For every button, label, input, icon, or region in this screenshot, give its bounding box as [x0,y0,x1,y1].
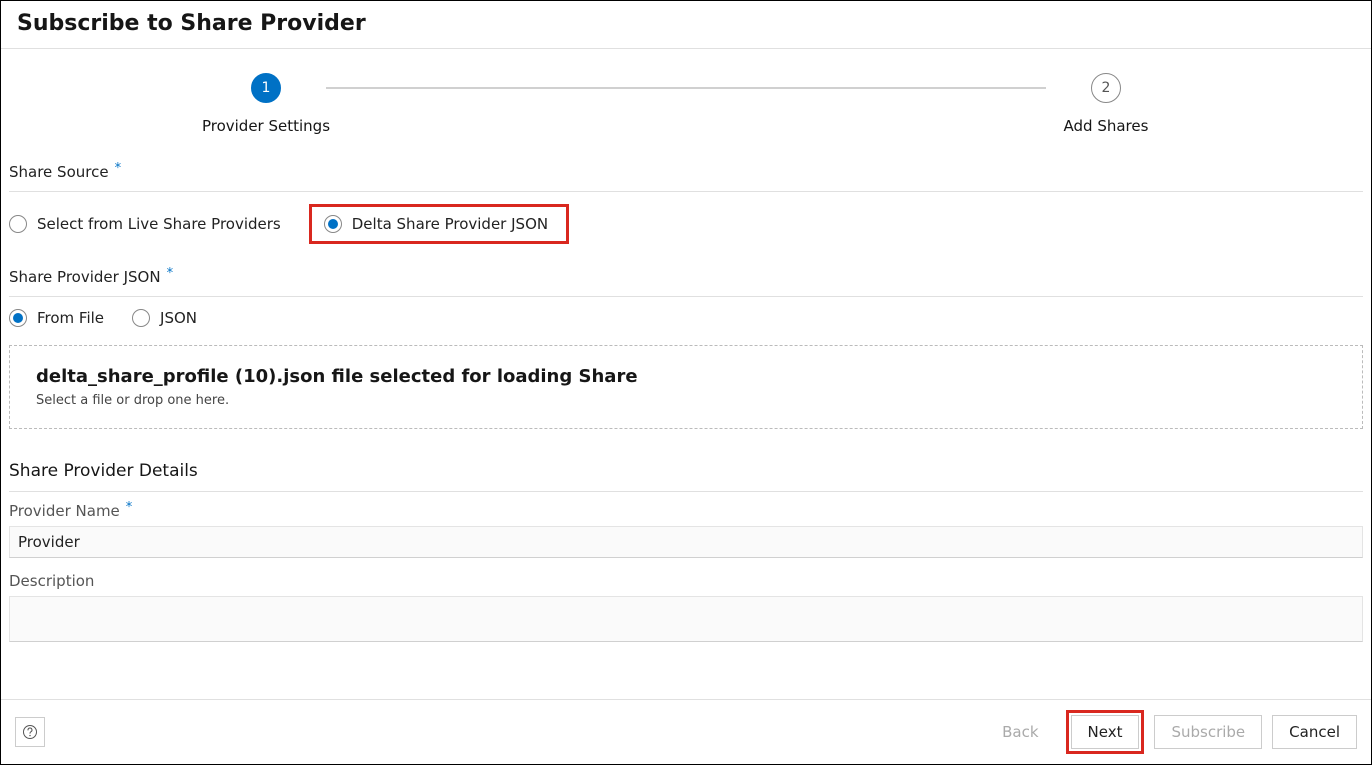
step-provider-settings[interactable]: 1 Provider Settings [206,73,326,135]
share-source-label: Share Source * [9,157,1363,192]
radio-from-file-label: From File [37,309,104,327]
radio-icon [132,309,150,327]
radio-json[interactable]: JSON [132,309,197,327]
share-source-text: Share Source [9,163,109,181]
radio-icon [9,215,27,233]
required-indicator-icon: * [167,266,174,281]
required-indicator-icon: * [115,161,122,176]
share-provider-json-label: Share Provider JSON * [9,262,1363,297]
subscribe-button[interactable]: Subscribe [1154,715,1262,749]
highlight-next-button: Next [1066,710,1145,754]
share-provider-details-title: Share Provider Details [9,453,1363,492]
panel-header: Subscribe to Share Provider [1,1,1371,49]
cancel-button[interactable]: Cancel [1272,715,1357,749]
highlight-delta-option: Delta Share Provider JSON [309,204,569,244]
dropzone-file-selected: delta_share_profile (10).json file selec… [36,366,1336,387]
radio-live-label: Select from Live Share Providers [37,215,281,233]
wizard-stepper: 1 Provider Settings 2 Add Shares [1,49,1371,151]
provider-name-input[interactable] [9,526,1363,558]
panel-footer: Back Next Subscribe Cancel [1,699,1371,764]
description-input[interactable] [9,596,1363,642]
radio-icon [9,309,27,327]
radio-delta-share-json[interactable]: Delta Share Provider JSON [324,215,548,233]
radio-json-label: JSON [160,309,197,327]
step-2-indicator: 2 [1091,73,1121,103]
radio-delta-label: Delta Share Provider JSON [352,215,548,233]
help-icon [22,724,38,740]
radio-from-file[interactable]: From File [9,309,104,327]
next-button[interactable]: Next [1071,715,1140,749]
required-indicator-icon: * [126,500,133,515]
panel-title: Subscribe to Share Provider [17,11,1355,36]
description-text: Description [9,572,94,590]
step-connector [326,87,1046,89]
step-1-label: Provider Settings [202,117,330,135]
help-button[interactable] [15,717,45,747]
provider-json-radiogroup: From File JSON [9,309,1363,327]
description-label: Description [9,572,1363,590]
provider-name-label: Provider Name * [9,502,1363,520]
back-button[interactable]: Back [985,715,1055,749]
step-2-label: Add Shares [1064,117,1149,135]
share-source-radiogroup: Select from Live Share Providers Delta S… [9,204,1363,244]
radio-live-share-providers[interactable]: Select from Live Share Providers [9,215,281,233]
dropzone-hint: Select a file or drop one here. [36,393,1336,408]
step-1-indicator: 1 [251,73,281,103]
step-add-shares[interactable]: 2 Add Shares [1046,73,1166,135]
radio-icon [324,215,342,233]
subscribe-share-provider-panel: Subscribe to Share Provider 1 Provider S… [0,0,1372,765]
provider-json-text: Share Provider JSON [9,268,161,286]
provider-name-text: Provider Name [9,502,120,520]
file-dropzone[interactable]: delta_share_profile (10).json file selec… [9,345,1363,429]
